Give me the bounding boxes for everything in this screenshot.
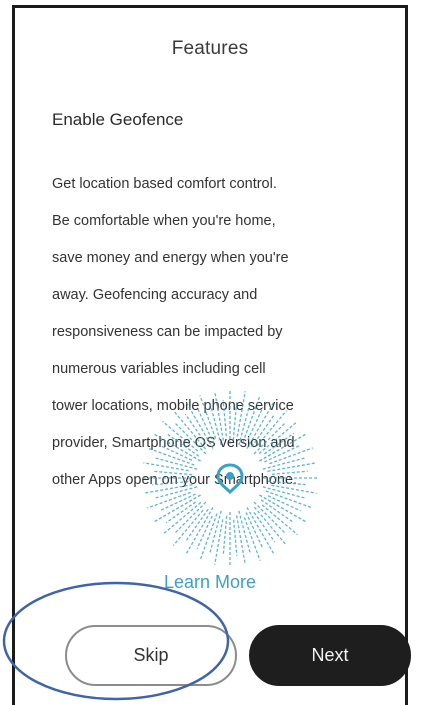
learn-more-link[interactable]: Learn More [15,572,405,593]
geofence-ray [235,515,246,565]
geofence-ray [256,410,288,447]
skip-button-label: Skip [133,645,169,665]
geofence-ray [143,483,193,494]
geofence-ray [222,400,227,437]
geofence-ray [143,462,189,472]
geofence-ray [185,401,214,449]
geofence-ray [236,391,246,437]
description-line: away. Geofencing accuracy and [52,286,258,303]
description-line: responsiveness can be impacted by [52,323,283,340]
geofence-ray [267,462,317,473]
geofence-ray [222,515,228,556]
page-title: Features [171,38,249,59]
geofence-ray [267,480,308,486]
geofence-ray [261,504,298,536]
geofence-radiating-graphic [142,390,318,566]
geofence-ray [172,509,204,546]
geofence-ray [271,484,317,494]
geofence-ray [233,519,238,556]
geofence-ray [214,391,225,441]
geofence-ray [259,433,307,462]
geofence-ray [199,395,217,439]
geofence-ray [153,494,201,523]
geofence-ray [232,400,238,441]
geofence-ray [246,507,275,555]
description-line: save money and energy when you're [52,249,289,266]
geofence-ray [269,447,313,465]
next-button[interactable]: Next [249,625,411,686]
geofence-ray [251,413,276,448]
next-button-label: Next [311,645,349,665]
skip-button[interactable]: Skip [65,625,237,686]
location-pin-icon [216,463,244,495]
geofence-ray [253,422,286,455]
features-screen: Features Enable Geofence Get location ba… [12,5,411,705]
geofence-ray [165,432,200,457]
geofence-ray [243,517,261,561]
geofence-ray [260,499,295,524]
geofence-ray [184,508,209,543]
geofence-ray [214,519,224,565]
geofence-ray [162,420,199,452]
geofence-ray [152,481,189,486]
geofence-ray [174,501,207,534]
geofence-ray [271,470,308,475]
description-line: Be comfortable when you're home, [52,212,276,229]
geofence-ray [174,422,207,455]
geofence-ray [147,491,191,509]
geofence-ray [152,470,193,476]
description-line: numerous variables including cell [52,360,266,377]
geofence-ray [253,501,286,534]
description-line: Get location based comfort control. [52,175,277,192]
section-heading: Enable Geofence [52,110,184,129]
